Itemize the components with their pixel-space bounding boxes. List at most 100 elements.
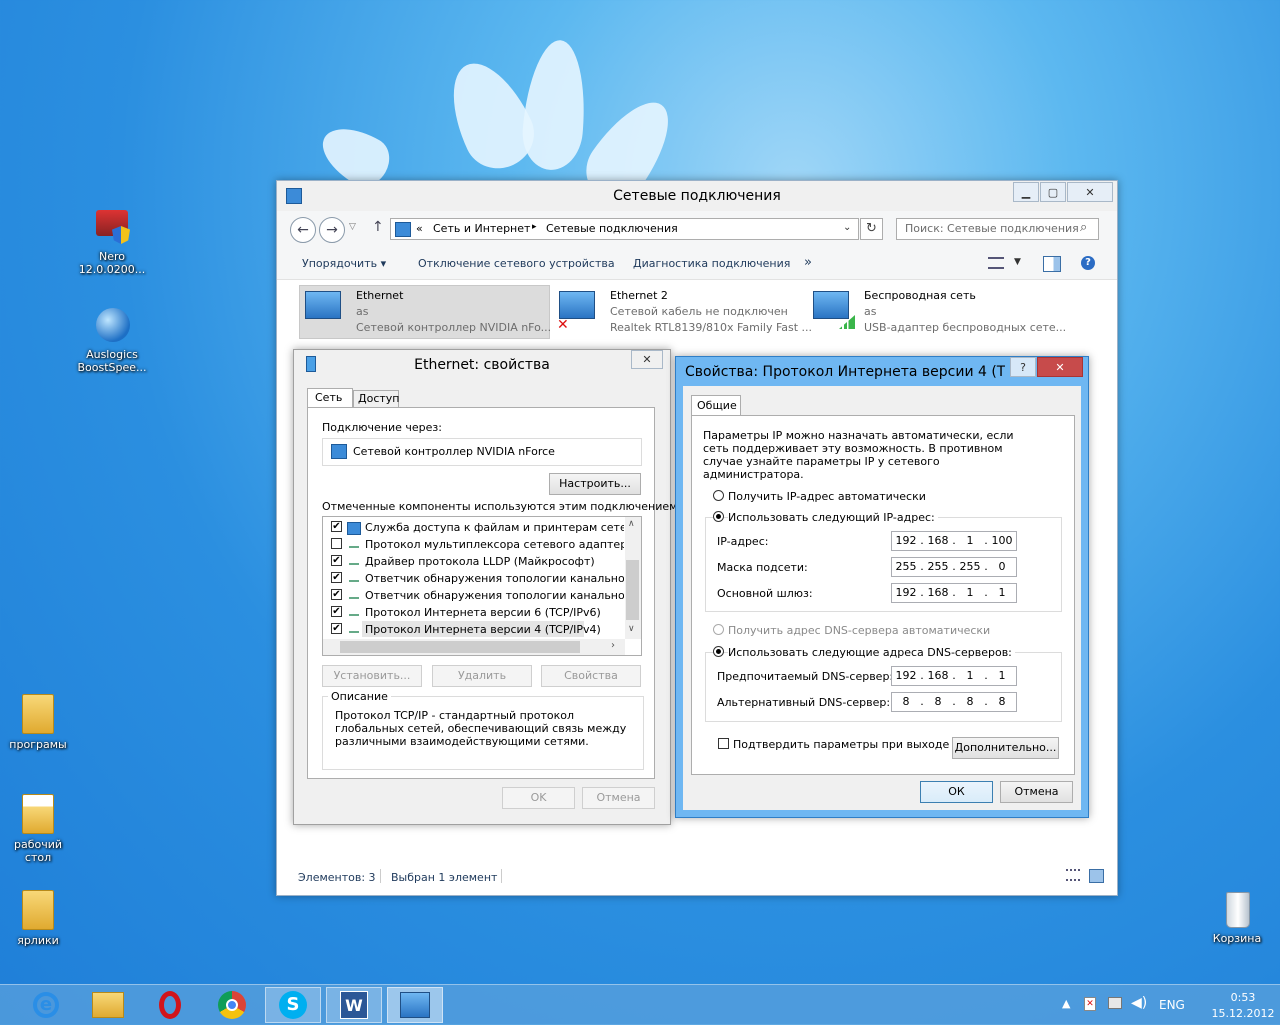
desktop-icon-programs-folder[interactable]: програмы [0,694,76,751]
component-label[interactable]: Протокол Интернета версии 4 (TCP/IPv4) [365,623,624,636]
component-label[interactable]: Ответчик обнаружения топологии канальног… [365,572,624,585]
back-button[interactable]: ← [290,217,316,243]
nero-icon [92,208,132,248]
cancel-button[interactable]: Отмена [1000,781,1073,803]
scroll-thumb[interactable] [626,560,639,620]
ok-button[interactable]: OK [502,787,575,809]
desktop-icon-label: програмы [9,738,67,751]
manual-ip-radio[interactable] [713,511,724,522]
auto-dns-radio[interactable] [713,624,724,635]
remove-button[interactable]: Удалить [432,665,532,687]
up-button[interactable]: ↑ [372,219,384,235]
gateway-field[interactable]: 192. 168. 1. 1 [891,583,1017,603]
volume-icon[interactable]: ◀) [1131,995,1147,1011]
forward-button[interactable]: → [319,217,345,243]
close-button[interactable]: ✕ [1067,182,1113,202]
scroll-down-icon[interactable]: ∨ [628,624,635,634]
minimize-button[interactable]: ▁ [1013,182,1039,202]
dialog-title: Ethernet: свойства [414,357,550,373]
subnet-mask-field[interactable]: 255. 255. 255. 0 [891,557,1017,577]
taskbar-opera[interactable] [142,987,198,1023]
alternate-dns-field[interactable]: 8.8.8.8 [891,692,1017,712]
ok-button[interactable]: ОК [920,781,993,803]
configure-button[interactable]: Настроить... [549,473,641,495]
tiles-view-icon[interactable] [1089,869,1104,883]
component-checkbox[interactable]: ✔ [331,572,342,583]
taskbar-file-explorer[interactable] [80,987,136,1023]
preview-pane-icon[interactable] [1043,256,1061,272]
manual-dns-label[interactable]: Использовать следующие адреса DNS-сервер… [728,646,1015,659]
close-button[interactable]: ✕ [631,350,663,369]
auto-ip-radio[interactable] [713,490,724,501]
component-checkbox[interactable]: ✔ [331,589,342,600]
connection-device: Realtek RTL8139/810x Family Fast ... [610,321,813,334]
search-icon[interactable]: ⌕ [1080,220,1087,235]
desktop-icon-auslogics[interactable]: Auslogics BoostSpee... [74,306,150,374]
breadcrumb-separator[interactable]: ▸ [532,222,537,232]
desktop-icon-desktop-folder[interactable]: рабочий стол [0,794,76,864]
component-label[interactable]: Служба доступа к файлам и принтерам сете… [365,521,624,534]
diagnose-button[interactable]: Диагностика подключения [633,257,790,270]
component-checkbox[interactable] [331,538,342,549]
component-checkbox[interactable]: ✔ [331,606,342,617]
component-checkbox[interactable]: ✔ [331,555,342,566]
horizontal-scroll-thumb[interactable] [340,641,580,653]
component-checkbox[interactable]: ✔ [331,521,342,532]
details-view-icon[interactable] [1066,869,1080,881]
validate-label[interactable]: Подтвердить параметры при выходе [733,738,949,751]
validate-checkbox[interactable] [718,738,729,749]
taskbar-word[interactable]: W [326,987,382,1023]
breadcrumb-network-internet[interactable]: Сеть и Интернет [433,222,530,235]
ip-address-field[interactable]: 192. 168. 1. 100 [891,531,1017,551]
maximize-button[interactable]: ▢ [1040,182,1066,202]
scroll-up-icon[interactable]: ∧ [628,519,635,529]
component-label[interactable]: Протокол Интернета версии 6 (TCP/IPv6) [365,606,624,619]
desktop-icon-recycle-bin[interactable]: Корзина [1199,890,1275,945]
manual-ip-label[interactable]: Использовать следующий IP-адрес: [728,511,938,524]
install-button[interactable]: Установить... [322,665,422,687]
cancel-button[interactable]: Отмена [582,787,655,809]
component-label[interactable]: Протокол мультиплексора сетевого адаптер… [365,538,624,551]
taskbar-skype[interactable]: S [265,987,321,1023]
breadcrumb-network-connections[interactable]: Сетевые подключения [546,222,678,235]
desktop-icon-nero[interactable]: Nero 12.0.0200... [74,208,150,276]
preferred-dns-label: Предпочитаемый DNS-сервер: [717,670,894,683]
wireless-adapter-icon [813,291,849,319]
component-checkbox[interactable]: ✔ [331,623,342,634]
clock-time[interactable]: 0:53 [1201,991,1280,1004]
change-view-icon[interactable] [988,257,1004,269]
help-button[interactable]: ? [1010,357,1036,377]
disable-device-button[interactable]: Отключение сетевого устройства [418,257,615,270]
auto-ip-label[interactable]: Получить IP-адрес автоматически [728,490,926,503]
taskbar-ie[interactable]: e [18,987,74,1023]
address-dropdown-icon[interactable]: ⌄ [843,222,851,233]
auto-dns-label[interactable]: Получить адрес DNS-сервера автоматически [728,624,990,637]
scroll-right-icon[interactable]: › [611,640,615,651]
input-language[interactable]: ENG [1159,998,1185,1012]
chrome-icon [218,991,246,1019]
connection-name[interactable]: Ethernet 2 [610,289,668,302]
view-dropdown-icon[interactable]: ▼ [1014,257,1021,267]
component-label[interactable]: Ответчик обнаружения топологии канальног… [365,589,624,602]
action-center-icon[interactable]: ✕ [1084,997,1096,1011]
refresh-button[interactable]: ↻ [860,218,883,240]
show-hidden-icons[interactable]: ▲ [1062,997,1070,1010]
network-tray-icon[interactable] [1108,997,1122,1009]
tab-network-label: Сеть [315,391,343,404]
desktop-icon-shortcuts-folder[interactable]: ярлики [0,890,76,947]
help-icon[interactable]: ? [1081,256,1095,270]
more-commands-button[interactable]: » [804,255,812,270]
manual-dns-radio[interactable] [713,646,724,657]
recent-locations-icon[interactable]: ▽ [349,222,356,232]
organize-button[interactable]: Упорядочить ▾ [302,257,386,270]
clock-date[interactable]: 15.12.2012 [1201,1007,1280,1020]
advanced-button[interactable]: Дополнительно... [952,737,1059,759]
taskbar-network-connections[interactable] [387,987,443,1023]
close-button[interactable]: ✕ [1037,357,1083,377]
desktop-icon-label: Auslogics BoostSpee... [77,348,147,374]
taskbar-chrome[interactable] [204,987,260,1023]
preferred-dns-field[interactable]: 192. 168. 1. 1 [891,666,1017,686]
properties-button[interactable]: Свойства [541,665,641,687]
component-label[interactable]: Драйвер протокола LLDP (Майкрософт) [365,555,624,568]
connection-name[interactable]: Беспроводная сеть [864,289,976,302]
